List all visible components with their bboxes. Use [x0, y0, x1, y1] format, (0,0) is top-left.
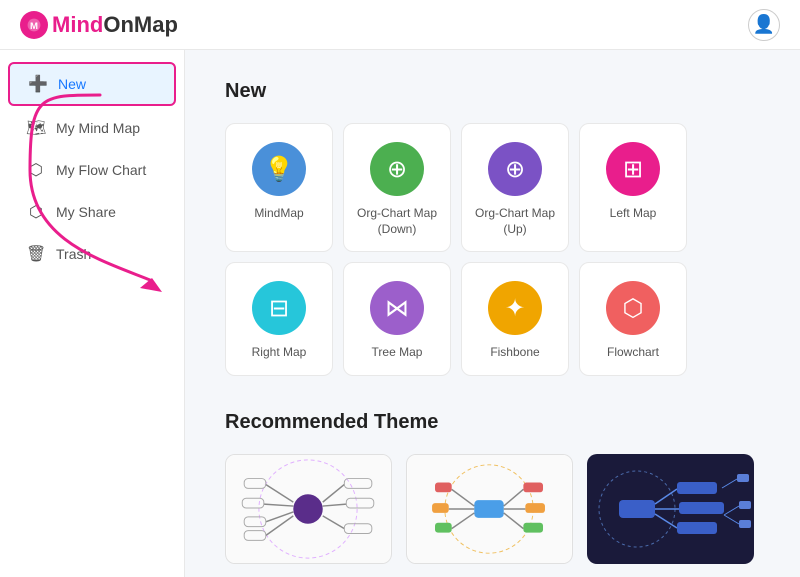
org-chart-down-label: Org-Chart Map (Down) — [354, 206, 440, 237]
sidebar-item-my-mind-map-label: My Mind Map — [56, 120, 140, 136]
trash-icon: 🗑 — [26, 244, 46, 264]
user-avatar[interactable]: 👤 — [748, 9, 780, 41]
plus-icon: ➕ — [28, 74, 48, 94]
sidebar-item-my-mind-map[interactable]: 🗺 My Mind Map — [8, 108, 176, 148]
icon-card-mindmap[interactable]: 💡 MindMap — [225, 123, 333, 252]
icon-card-right-map[interactable]: ⊟ Right Map — [225, 262, 333, 376]
right-map-label: Right Map — [252, 345, 307, 361]
icon-card-org-chart-down[interactable]: ⊕ Org-Chart Map (Down) — [343, 123, 451, 252]
recommended-section-title: Recommended Theme — [225, 411, 760, 434]
sidebar-item-trash[interactable]: 🗑 Trash — [8, 234, 176, 274]
logo-icon: M — [20, 11, 48, 39]
fishbone-label: Fishbone — [490, 345, 539, 361]
theme-grid — [225, 454, 760, 577]
svg-text:M: M — [30, 21, 38, 32]
sidebar-item-my-flow-chart[interactable]: ⬡ My Flow Chart — [8, 150, 176, 190]
mindmap-icon: 💡 — [252, 142, 306, 196]
right-map-icon: ⊟ — [252, 281, 306, 335]
icon-card-left-map[interactable]: ⊞ Left Map — [579, 123, 687, 252]
map-icon: 🗺 — [26, 118, 46, 138]
new-section-title: New — [225, 80, 760, 103]
sidebar-item-trash-label: Trash — [56, 246, 91, 262]
logo-on: On — [103, 12, 134, 38]
sidebar-item-my-flow-chart-label: My Flow Chart — [56, 162, 146, 178]
icon-card-fishbone[interactable]: ✦ Fishbone — [461, 262, 569, 376]
theme-card-2[interactable] — [406, 454, 573, 564]
mindmap-label: MindMap — [254, 206, 303, 222]
sidebar-item-new[interactable]: ➕ New — [8, 62, 176, 106]
share-icon: ⬡ — [26, 202, 46, 222]
logo: M MindOnMap — [20, 11, 178, 39]
theme-card-1[interactable] — [225, 454, 392, 564]
sidebar: ➕ New 🗺 My Mind Map ⬡ My Flow Chart ⬡ My… — [0, 50, 185, 577]
sidebar-item-new-label: New — [58, 76, 86, 92]
logo-map: Map — [134, 12, 178, 38]
main-content: New 💡 MindMap ⊕ Org-Chart Map (Down) ⊕ Org-Ch… — [185, 50, 800, 577]
sidebar-item-my-share-label: My Share — [56, 204, 116, 220]
flow-chart-icon: ⬡ — [26, 160, 46, 180]
theme-card-3[interactable] — [587, 454, 754, 564]
header: M MindOnMap 👤 — [0, 0, 800, 50]
new-icon-grid: 💡 MindMap ⊕ Org-Chart Map (Down) ⊕ Org-Chart … — [225, 123, 760, 376]
left-map-label: Left Map — [610, 206, 657, 222]
tree-map-icon: ⋈ — [370, 281, 424, 335]
fishbone-icon: ✦ — [488, 281, 542, 335]
logo-mind: Mind — [52, 12, 103, 38]
flowchart-label: Flowchart — [607, 345, 659, 361]
icon-card-flowchart[interactable]: ⬡ Flowchart — [579, 262, 687, 376]
tree-map-label: Tree Map — [372, 345, 423, 361]
sidebar-item-my-share[interactable]: ⬡ My Share — [8, 192, 176, 232]
left-map-icon: ⊞ — [606, 142, 660, 196]
org-chart-down-icon: ⊕ — [370, 142, 424, 196]
icon-card-org-chart-up[interactable]: ⊕ Org-Chart Map (Up) — [461, 123, 569, 252]
flowchart-icon: ⬡ — [606, 281, 660, 335]
org-chart-up-label: Org-Chart Map (Up) — [472, 206, 558, 237]
icon-card-tree-map[interactable]: ⋈ Tree Map — [343, 262, 451, 376]
org-chart-up-icon: ⊕ — [488, 142, 542, 196]
app-layout: ➕ New 🗺 My Mind Map ⬡ My Flow Chart ⬡ My… — [0, 50, 800, 577]
